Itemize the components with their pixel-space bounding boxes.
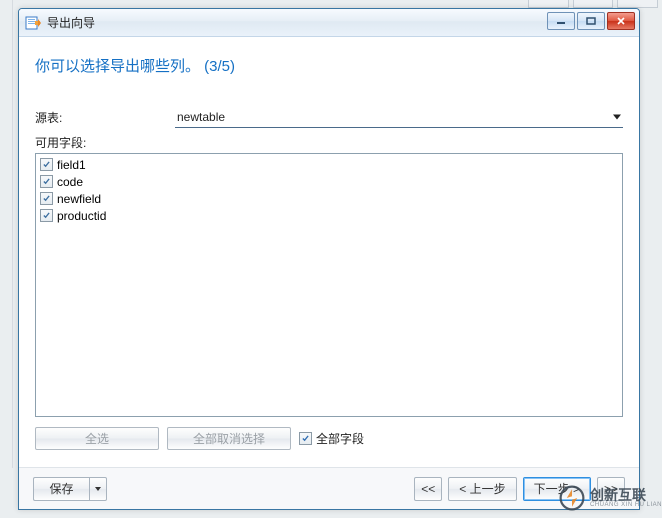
checkbox-icon[interactable]	[40, 192, 53, 205]
last-page-button[interactable]: >>	[597, 477, 625, 501]
save-split-button[interactable]: 保存	[33, 477, 107, 501]
bg-toolbar-fragment	[528, 0, 658, 8]
source-table-combo[interactable]: newtable	[175, 106, 623, 128]
checkbox-icon[interactable]	[40, 209, 53, 222]
deselect-all-button[interactable]: 全部取消选择	[167, 427, 291, 450]
checkbox-icon[interactable]	[40, 175, 53, 188]
checkbox-icon[interactable]	[40, 158, 53, 171]
list-item[interactable]: newfield	[40, 190, 618, 207]
field-name: newfield	[57, 192, 101, 206]
all-fields-checkbox[interactable]: 全部字段	[299, 430, 364, 447]
first-page-button[interactable]: <<	[414, 477, 442, 501]
save-button[interactable]: 保存	[33, 477, 89, 501]
app-icon	[25, 15, 41, 31]
page-heading: 你可以选择导出哪些列。 (3/5)	[35, 55, 623, 76]
selection-row: 全选 全部取消选择 全部字段	[35, 425, 623, 451]
maximize-button[interactable]	[577, 12, 605, 30]
window-controls	[547, 12, 635, 30]
source-table-value: newtable	[177, 110, 225, 124]
select-all-button[interactable]: 全选	[35, 427, 159, 450]
export-wizard-window: 导出向导 你可以选择导出哪些列。 (3/5) 源表: newtable 可用字段…	[18, 8, 640, 510]
window-title: 导出向导	[47, 14, 95, 31]
source-row: 源表: newtable	[35, 106, 623, 128]
minimize-button[interactable]	[547, 12, 575, 30]
bg-divider	[12, 0, 13, 468]
list-item[interactable]: code	[40, 173, 618, 190]
content-area: 你可以选择导出哪些列。 (3/5) 源表: newtable 可用字段: fie…	[19, 37, 639, 509]
available-fields-label: 可用字段:	[35, 134, 623, 151]
checkbox-icon	[299, 432, 312, 445]
wizard-footer: 保存 << < 上一步 下一步 > >>	[19, 467, 639, 509]
chevron-down-icon	[95, 487, 101, 491]
available-fields-list[interactable]: field1 code newfield productid	[35, 153, 623, 417]
field-name: code	[57, 175, 83, 189]
titlebar[interactable]: 导出向导	[19, 9, 639, 37]
source-label: 源表:	[35, 109, 175, 126]
list-item[interactable]: productid	[40, 207, 618, 224]
save-dropdown-button[interactable]	[89, 477, 107, 501]
field-name: field1	[57, 158, 86, 172]
list-item[interactable]: field1	[40, 156, 618, 173]
prev-button[interactable]: < 上一步	[448, 477, 516, 501]
close-button[interactable]	[607, 12, 635, 30]
field-name: productid	[57, 209, 106, 223]
chevron-down-icon	[613, 114, 621, 119]
all-fields-label: 全部字段	[316, 430, 364, 447]
next-button[interactable]: 下一步 >	[523, 477, 591, 501]
